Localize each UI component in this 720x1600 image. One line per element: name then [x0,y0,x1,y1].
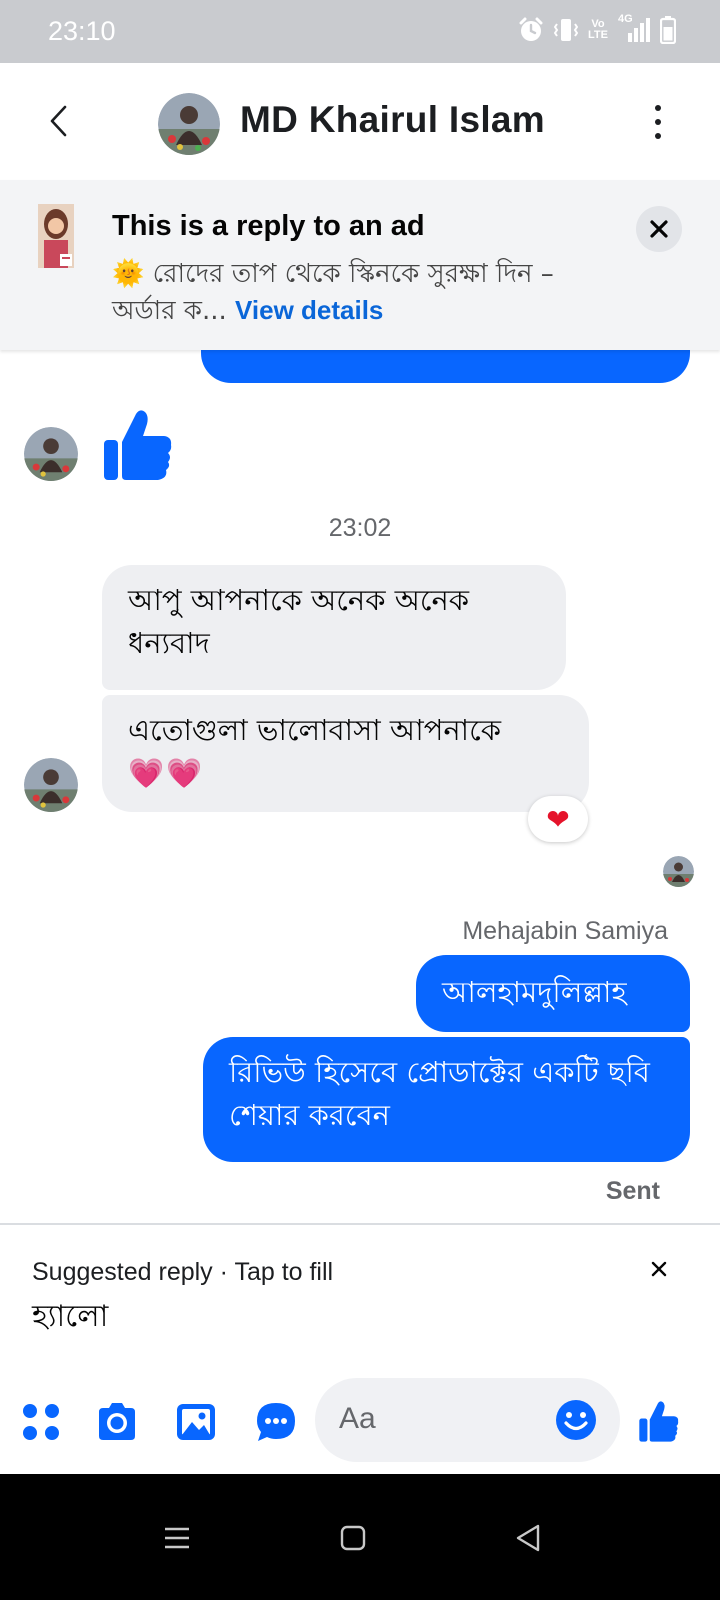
message-status: Sent [605,1177,660,1205]
emoji-icon[interactable] [554,1398,598,1442]
contact-avatar-small[interactable] [24,427,78,481]
heart-emoji: 💗💗 [128,756,205,790]
dismiss-suggestion-button[interactable] [646,1256,672,1282]
contact-name[interactable]: MD Khairul Islam [240,99,545,141]
suggested-reply-label: Suggested reply · Tap to fill [32,1258,334,1286]
more-options-button[interactable] [650,105,666,139]
back-button[interactable] [40,101,76,141]
ad-reply-banner[interactable]: This is a reply to an ad 🌞 রোদের তাপ থেক… [0,180,720,350]
triangle-back-icon [516,1524,540,1552]
camera-button[interactable] [95,1400,139,1444]
heart-reaction[interactable]: ❤ [528,796,588,842]
view-details-link[interactable]: View details [235,295,383,325]
received-message[interactable]: আপু আপনাকে অনেক অনেক ধন্যবাদ [102,565,566,690]
received-message[interactable]: এতোগুলা ভালোবাসা আপনাকে 💗💗 [102,695,589,812]
menu-icon [165,1527,189,1549]
more-actions-button[interactable] [19,1400,63,1444]
chat-extensions-button[interactable] [254,1400,298,1444]
square-icon [340,1525,366,1551]
battery-icon [660,16,676,44]
divider [0,1223,720,1225]
camera-icon [99,1403,135,1440]
suggested-reply-text[interactable]: হ্যালো [32,1292,108,1343]
signal-icon: 4G [618,13,650,43]
close-icon [650,220,668,238]
status-icons: Vo LTE 4G [518,13,676,44]
message-input[interactable]: Aa [315,1378,620,1462]
gallery-button[interactable] [174,1400,218,1444]
more-dot [655,105,661,111]
recent-apps-button[interactable] [157,1518,197,1558]
status-time: 23:10 [48,16,116,46]
more-dot [655,119,661,125]
seen-avatar [663,856,694,887]
chevron-left-icon [50,105,67,137]
heart-icon: ❤ [546,802,570,836]
sun-emoji: 🌞 [112,259,145,289]
thumbs-up-sticker-icon[interactable] [102,408,174,484]
alarm-icon [519,17,543,41]
close-ad-button[interactable] [636,206,682,252]
chat-header: MD Khairul Islam [0,63,720,180]
image-icon [177,1404,215,1440]
sent-message[interactable]: রিভিউ হিসেবে প্রোডাক্টের একটি ছবি শেয়ার… [203,1037,690,1162]
contact-avatar-small[interactable] [24,758,78,812]
sender-name: Mehajabin Samiya [462,917,668,945]
more-dot [655,133,661,139]
contact-avatar[interactable] [158,93,220,155]
ad-title: This is a reply to an ad [112,210,425,242]
send-like-button[interactable] [637,1400,681,1444]
nav-back-button[interactable] [508,1518,548,1558]
sent-message[interactable]: আলহামদুলিল্লাহ [416,955,690,1032]
close-icon [651,1261,667,1277]
home-button[interactable] [333,1518,373,1558]
system-navigation-bar [0,1474,720,1600]
volte-icon: Vo LTE [588,18,608,41]
status-bar: 23:10 Vo LTE 4G [0,0,720,63]
received-message-text: এতোগুলা ভালোবাসা আপনাকে [128,713,502,747]
chat-bubble-icon [257,1403,295,1441]
thumbs-up-icon [639,1401,679,1442]
vibrate-icon [554,19,578,41]
message-input-placeholder: Aa [339,1402,376,1435]
ad-description: 🌞 রোদের তাপ থেকে স্কিনকে সুরক্ষা দিন – অ… [112,256,612,329]
message-timestamp: 23:02 [328,514,392,542]
ad-thumbnail[interactable] [38,204,74,268]
four-dots-icon [23,1404,59,1440]
